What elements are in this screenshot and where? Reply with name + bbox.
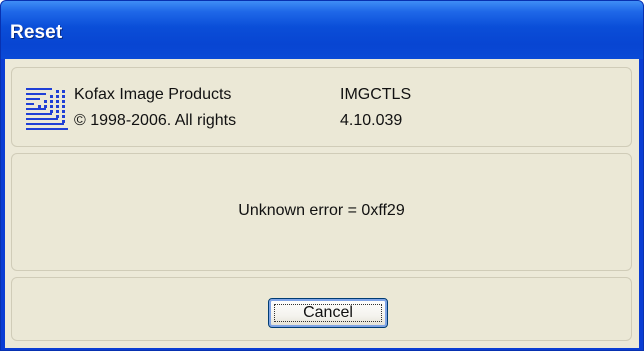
product-info-panel: Kofax Image Products © 1998-2006. All ri… bbox=[11, 67, 632, 147]
title-bar[interactable]: Reset bbox=[1, 1, 643, 59]
module-name: IMGCTLS bbox=[340, 86, 412, 103]
copyright-text: © 1998-2006. All rights bbox=[74, 112, 237, 129]
button-panel: Cancel bbox=[11, 277, 632, 341]
cancel-button-label: Cancel bbox=[303, 304, 353, 321]
dialog-body: Kofax Image Products © 1998-2006. All ri… bbox=[5, 59, 639, 348]
window-title: Reset bbox=[10, 22, 63, 43]
company-name: Kofax Image Products bbox=[74, 86, 232, 103]
kofax-logo-icon bbox=[26, 88, 68, 130]
version-number: 4.10.039 bbox=[340, 112, 403, 129]
error-message: Unknown error = 0xff29 bbox=[238, 202, 405, 219]
cancel-button[interactable]: Cancel bbox=[268, 298, 388, 328]
dialog-window: Reset Kofax Image Products © 1998-2006. … bbox=[0, 0, 644, 351]
message-panel: Unknown error = 0xff29 bbox=[11, 153, 632, 271]
